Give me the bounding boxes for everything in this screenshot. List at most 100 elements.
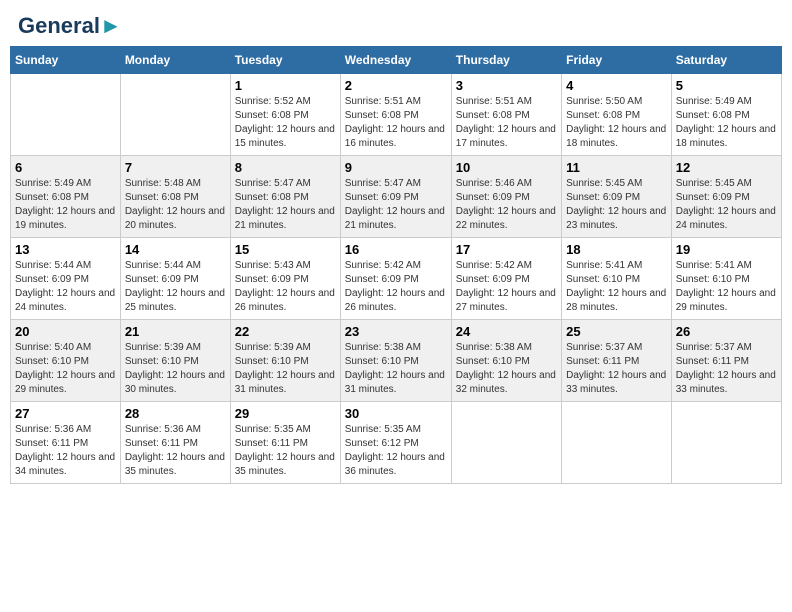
day-info: Sunrise: 5:45 AMSunset: 6:09 PMDaylight:… bbox=[566, 177, 667, 233]
calendar-cell: 18Sunrise: 5:41 AMSunset: 6:10 PMDayligh… bbox=[562, 238, 672, 320]
weekday-header-monday: Monday bbox=[120, 47, 230, 74]
day-number: 9 bbox=[345, 160, 447, 175]
day-number: 4 bbox=[566, 78, 667, 93]
day-number: 1 bbox=[235, 78, 336, 93]
calendar-cell: 7 Sunrise: 5:48 AMSunset: 6:08 PMDaylight… bbox=[120, 156, 230, 238]
day-info: Sunrise: 5:41 AMSunset: 6:10 PMDaylight:… bbox=[676, 259, 777, 315]
calendar-cell: 17 Sunrise: 5:42 AMSunset: 6:09 PMDayligh… bbox=[451, 238, 561, 320]
calendar-cell: 27 Sunrise: 5:36 AMSunset: 6:11 PMDayligh… bbox=[11, 402, 121, 484]
calendar-cell: 16Sunrise: 5:42 AMSunset: 6:09 PMDayligh… bbox=[340, 238, 451, 320]
day-info: Sunrise: 5:36 AMSunset: 6:11 PMDaylight:… bbox=[125, 423, 226, 479]
calendar-cell: 21Sunrise: 5:39 AMSunset: 6:10 PMDayligh… bbox=[120, 320, 230, 402]
weekday-header-thursday: Thursday bbox=[451, 47, 561, 74]
weekday-header-wednesday: Wednesday bbox=[340, 47, 451, 74]
day-info: Sunrise: 5:40 AMSunset: 6:10 PMDaylight:… bbox=[15, 341, 116, 397]
day-info: Sunrise: 5:41 AMSunset: 6:10 PMDaylight:… bbox=[566, 259, 667, 315]
day-info: Sunrise: 5:50 AMSunset: 6:08 PMDaylight:… bbox=[566, 95, 667, 151]
day-info: Sunrise: 5:37 AMSunset: 6:11 PMDaylight:… bbox=[676, 341, 777, 397]
calendar-cell bbox=[451, 402, 561, 484]
day-number: 25 bbox=[566, 324, 667, 339]
day-info: Sunrise: 5:43 AMSunset: 6:09 PMDaylight:… bbox=[235, 259, 336, 315]
calendar-cell: 19 Sunrise: 5:41 AMSunset: 6:10 PMDayligh… bbox=[671, 238, 781, 320]
calendar-cell: 30Sunrise: 5:35 AMSunset: 6:12 PMDayligh… bbox=[340, 402, 451, 484]
day-number: 20 bbox=[15, 324, 116, 339]
calendar-cell: 1 Sunrise: 5:52 AMSunset: 6:08 PMDaylight… bbox=[230, 74, 340, 156]
weekday-header-row: SundayMondayTuesdayWednesdayThursdayFrid… bbox=[11, 47, 782, 74]
day-number: 8 bbox=[235, 160, 336, 175]
calendar-week-1: 1 Sunrise: 5:52 AMSunset: 6:08 PMDaylight… bbox=[11, 74, 782, 156]
day-number: 27 bbox=[15, 406, 116, 421]
day-number: 26 bbox=[676, 324, 777, 339]
calendar-cell: 13 Sunrise: 5:44 AMSunset: 6:09 PMDayligh… bbox=[11, 238, 121, 320]
day-info: Sunrise: 5:48 AMSunset: 6:08 PMDaylight:… bbox=[125, 177, 226, 233]
calendar-cell: 5 Sunrise: 5:49 AMSunset: 6:08 PMDaylight… bbox=[671, 74, 781, 156]
page-header: General► bbox=[10, 10, 782, 38]
day-number: 7 bbox=[125, 160, 226, 175]
calendar-cell bbox=[671, 402, 781, 484]
day-info: Sunrise: 5:39 AMSunset: 6:10 PMDaylight:… bbox=[125, 341, 226, 397]
calendar-cell: 8 Sunrise: 5:47 AMSunset: 6:08 PMDaylight… bbox=[230, 156, 340, 238]
calendar-cell: 14 Sunrise: 5:44 AMSunset: 6:09 PMDayligh… bbox=[120, 238, 230, 320]
day-number: 29 bbox=[235, 406, 336, 421]
day-info: Sunrise: 5:49 AMSunset: 6:08 PMDaylight:… bbox=[15, 177, 116, 233]
day-number: 6 bbox=[15, 160, 116, 175]
calendar-week-3: 13 Sunrise: 5:44 AMSunset: 6:09 PMDayligh… bbox=[11, 238, 782, 320]
day-info: Sunrise: 5:51 AMSunset: 6:08 PMDaylight:… bbox=[345, 95, 447, 151]
calendar-cell: 12 Sunrise: 5:45 AMSunset: 6:09 PMDayligh… bbox=[671, 156, 781, 238]
calendar-week-5: 27 Sunrise: 5:36 AMSunset: 6:11 PMDayligh… bbox=[11, 402, 782, 484]
day-number: 19 bbox=[676, 242, 777, 257]
day-number: 5 bbox=[676, 78, 777, 93]
day-number: 10 bbox=[456, 160, 557, 175]
day-info: Sunrise: 5:52 AMSunset: 6:08 PMDaylight:… bbox=[235, 95, 336, 151]
logo-text: General► bbox=[18, 14, 122, 38]
day-number: 12 bbox=[676, 160, 777, 175]
day-info: Sunrise: 5:49 AMSunset: 6:08 PMDaylight:… bbox=[676, 95, 777, 151]
day-info: Sunrise: 5:47 AMSunset: 6:08 PMDaylight:… bbox=[235, 177, 336, 233]
day-info: Sunrise: 5:37 AMSunset: 6:11 PMDaylight:… bbox=[566, 341, 667, 397]
day-info: Sunrise: 5:44 AMSunset: 6:09 PMDaylight:… bbox=[15, 259, 116, 315]
logo: General► bbox=[18, 14, 122, 34]
day-info: Sunrise: 5:38 AMSunset: 6:10 PMDaylight:… bbox=[456, 341, 557, 397]
day-info: Sunrise: 5:39 AMSunset: 6:10 PMDaylight:… bbox=[235, 341, 336, 397]
calendar-cell: 29 Sunrise: 5:35 AMSunset: 6:11 PMDayligh… bbox=[230, 402, 340, 484]
day-info: Sunrise: 5:44 AMSunset: 6:09 PMDaylight:… bbox=[125, 259, 226, 315]
day-info: Sunrise: 5:46 AMSunset: 6:09 PMDaylight:… bbox=[456, 177, 557, 233]
day-info: Sunrise: 5:35 AMSunset: 6:12 PMDaylight:… bbox=[345, 423, 447, 479]
day-info: Sunrise: 5:38 AMSunset: 6:10 PMDaylight:… bbox=[345, 341, 447, 397]
day-info: Sunrise: 5:42 AMSunset: 6:09 PMDaylight:… bbox=[456, 259, 557, 315]
calendar-cell: 11Sunrise: 5:45 AMSunset: 6:09 PMDayligh… bbox=[562, 156, 672, 238]
day-info: Sunrise: 5:47 AMSunset: 6:09 PMDaylight:… bbox=[345, 177, 447, 233]
day-number: 28 bbox=[125, 406, 226, 421]
calendar-cell: 3 Sunrise: 5:51 AMSunset: 6:08 PMDaylight… bbox=[451, 74, 561, 156]
day-info: Sunrise: 5:36 AMSunset: 6:11 PMDaylight:… bbox=[15, 423, 116, 479]
calendar-week-4: 20 Sunrise: 5:40 AMSunset: 6:10 PMDayligh… bbox=[11, 320, 782, 402]
day-number: 15 bbox=[235, 242, 336, 257]
calendar-cell: 23 Sunrise: 5:38 AMSunset: 6:10 PMDayligh… bbox=[340, 320, 451, 402]
calendar-cell: 28 Sunrise: 5:36 AMSunset: 6:11 PMDayligh… bbox=[120, 402, 230, 484]
day-info: Sunrise: 5:35 AMSunset: 6:11 PMDaylight:… bbox=[235, 423, 336, 479]
day-info: Sunrise: 5:45 AMSunset: 6:09 PMDaylight:… bbox=[676, 177, 777, 233]
day-number: 2 bbox=[345, 78, 447, 93]
day-number: 22 bbox=[235, 324, 336, 339]
day-number: 17 bbox=[456, 242, 557, 257]
weekday-header-tuesday: Tuesday bbox=[230, 47, 340, 74]
calendar-cell: 24 Sunrise: 5:38 AMSunset: 6:10 PMDayligh… bbox=[451, 320, 561, 402]
day-number: 13 bbox=[15, 242, 116, 257]
calendar-cell: 6 Sunrise: 5:49 AMSunset: 6:08 PMDaylight… bbox=[11, 156, 121, 238]
calendar-cell: 22 Sunrise: 5:39 AMSunset: 6:10 PMDayligh… bbox=[230, 320, 340, 402]
weekday-header-saturday: Saturday bbox=[671, 47, 781, 74]
weekday-header-friday: Friday bbox=[562, 47, 672, 74]
day-info: Sunrise: 5:51 AMSunset: 6:08 PMDaylight:… bbox=[456, 95, 557, 151]
calendar-cell: 26 Sunrise: 5:37 AMSunset: 6:11 PMDayligh… bbox=[671, 320, 781, 402]
calendar-cell bbox=[562, 402, 672, 484]
day-number: 14 bbox=[125, 242, 226, 257]
day-info: Sunrise: 5:42 AMSunset: 6:09 PMDaylight:… bbox=[345, 259, 447, 315]
calendar-cell: 15 Sunrise: 5:43 AMSunset: 6:09 PMDayligh… bbox=[230, 238, 340, 320]
day-number: 23 bbox=[345, 324, 447, 339]
calendar-table: SundayMondayTuesdayWednesdayThursdayFrid… bbox=[10, 46, 782, 484]
weekday-header-sunday: Sunday bbox=[11, 47, 121, 74]
calendar-cell bbox=[11, 74, 121, 156]
day-number: 3 bbox=[456, 78, 557, 93]
day-number: 24 bbox=[456, 324, 557, 339]
calendar-week-2: 6 Sunrise: 5:49 AMSunset: 6:08 PMDaylight… bbox=[11, 156, 782, 238]
